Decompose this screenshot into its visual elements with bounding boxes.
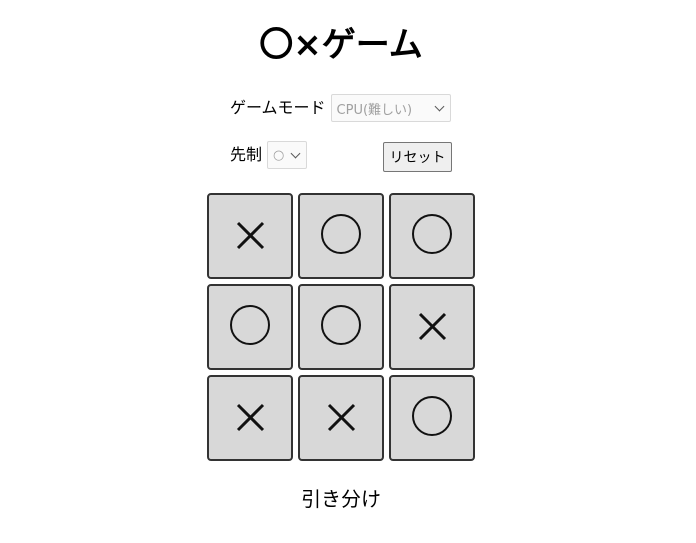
game-mode-row: ゲームモード CPU(難しい) bbox=[230, 93, 451, 123]
board-cell[interactable] bbox=[389, 375, 475, 461]
board-cell[interactable] bbox=[389, 284, 475, 370]
cross-mark-icon bbox=[418, 312, 447, 341]
page-title: 〇×ゲーム bbox=[259, 25, 423, 65]
board-cell[interactable] bbox=[298, 193, 384, 279]
circle-mark-icon bbox=[412, 396, 452, 436]
cross-mark-icon bbox=[236, 221, 265, 250]
chevron-down-icon bbox=[434, 101, 444, 111]
game-page: 〇×ゲーム ゲームモード CPU(難しい) 先制 ○ リセット 引き分け bbox=[0, 0, 696, 543]
game-mode-select[interactable]: CPU(難しい) bbox=[330, 94, 451, 122]
first-move-selected-value: ○ bbox=[273, 147, 285, 163]
board-cell[interactable] bbox=[298, 284, 384, 370]
game-mode-label: ゲームモード bbox=[230, 98, 326, 117]
first-move-label: 先制 bbox=[230, 145, 263, 164]
board-cell[interactable] bbox=[298, 375, 384, 461]
board-cell[interactable] bbox=[207, 375, 293, 461]
chevron-down-icon bbox=[290, 148, 301, 158]
circle-mark-icon bbox=[412, 214, 452, 254]
reset-button[interactable]: リセット bbox=[383, 142, 452, 172]
circle-mark-icon bbox=[321, 305, 361, 345]
first-move-row: 先制 ○ bbox=[230, 140, 308, 170]
cross-mark-icon bbox=[236, 403, 265, 432]
board-cell[interactable] bbox=[389, 193, 475, 279]
game-board bbox=[207, 193, 475, 461]
board-cell[interactable] bbox=[207, 193, 293, 279]
cross-mark-icon bbox=[327, 403, 356, 432]
game-mode-selected-value: CPU(難しい) bbox=[336, 102, 413, 118]
board-cell[interactable] bbox=[207, 284, 293, 370]
circle-mark-icon bbox=[321, 214, 361, 254]
first-move-select[interactable]: ○ bbox=[267, 141, 308, 169]
game-result: 引き分け bbox=[301, 487, 381, 511]
circle-mark-icon bbox=[230, 305, 270, 345]
